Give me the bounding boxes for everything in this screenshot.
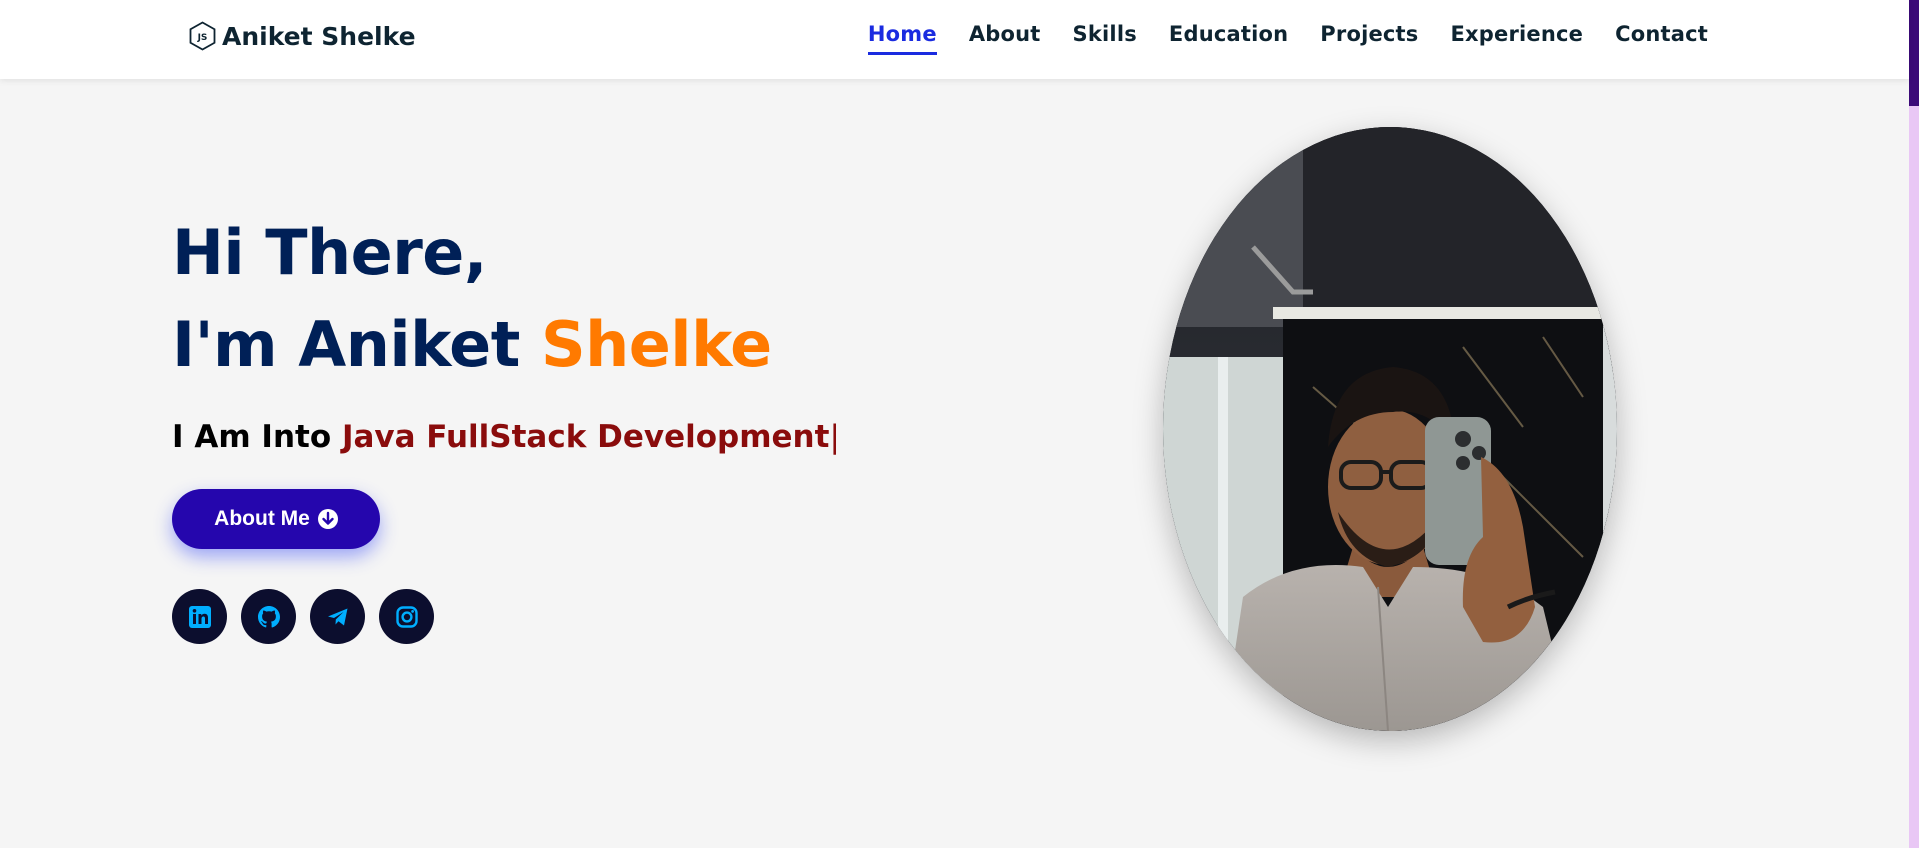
github-icon bbox=[257, 605, 280, 627]
name-prefix: I'm Aniket bbox=[172, 308, 520, 381]
telegram-link[interactable] bbox=[310, 589, 365, 644]
hero-heading: Hi There, I'm Aniket Shelke bbox=[172, 222, 772, 376]
linkedin-link[interactable] bbox=[172, 589, 227, 644]
js-hexagon-icon: JS bbox=[189, 21, 216, 51]
scrollbar-thumb[interactable] bbox=[1909, 0, 1919, 106]
logo[interactable]: JS Aniket Shelke bbox=[189, 21, 416, 51]
social-links bbox=[172, 589, 434, 644]
nav-experience[interactable]: Experience bbox=[1451, 22, 1584, 55]
role-prefix: I Am Into bbox=[172, 419, 332, 455]
nav-home[interactable]: Home bbox=[867, 22, 937, 55]
github-link[interactable] bbox=[241, 589, 296, 644]
name-accent: Shelke bbox=[540, 308, 772, 381]
instagram-icon bbox=[395, 605, 418, 628]
about-me-button[interactable]: About Me bbox=[172, 489, 380, 549]
about-me-label: About Me bbox=[214, 507, 310, 530]
hero-name: I'm Aniket Shelke bbox=[172, 314, 772, 376]
nav-contact[interactable]: Contact bbox=[1615, 22, 1708, 55]
role-typed-text: Java FullStack Development bbox=[341, 419, 830, 455]
page-scrollbar[interactable] bbox=[1909, 0, 1919, 848]
arrow-down-circle-icon bbox=[317, 509, 338, 529]
linkedin-icon bbox=[188, 605, 211, 628]
nav-projects[interactable]: Projects bbox=[1320, 22, 1418, 55]
nav-about[interactable]: About bbox=[969, 22, 1041, 55]
svg-text:JS: JS bbox=[197, 33, 208, 43]
greeting: Hi There, bbox=[172, 216, 487, 289]
profile-photo bbox=[1163, 127, 1617, 731]
main-nav: Home About Skills Education Projects Exp… bbox=[867, 22, 1708, 55]
nav-education[interactable]: Education bbox=[1169, 22, 1288, 55]
instagram-link[interactable] bbox=[379, 589, 434, 644]
telegram-icon bbox=[327, 608, 347, 625]
site-header: JS Aniket Shelke Home About Skills Educa… bbox=[0, 0, 1909, 79]
role-line: I Am Into Java FullStack Development| bbox=[172, 419, 840, 455]
logo-text: Aniket Shelke bbox=[222, 21, 416, 51]
typing-cursor: | bbox=[829, 419, 840, 455]
nav-skills[interactable]: Skills bbox=[1073, 22, 1137, 55]
